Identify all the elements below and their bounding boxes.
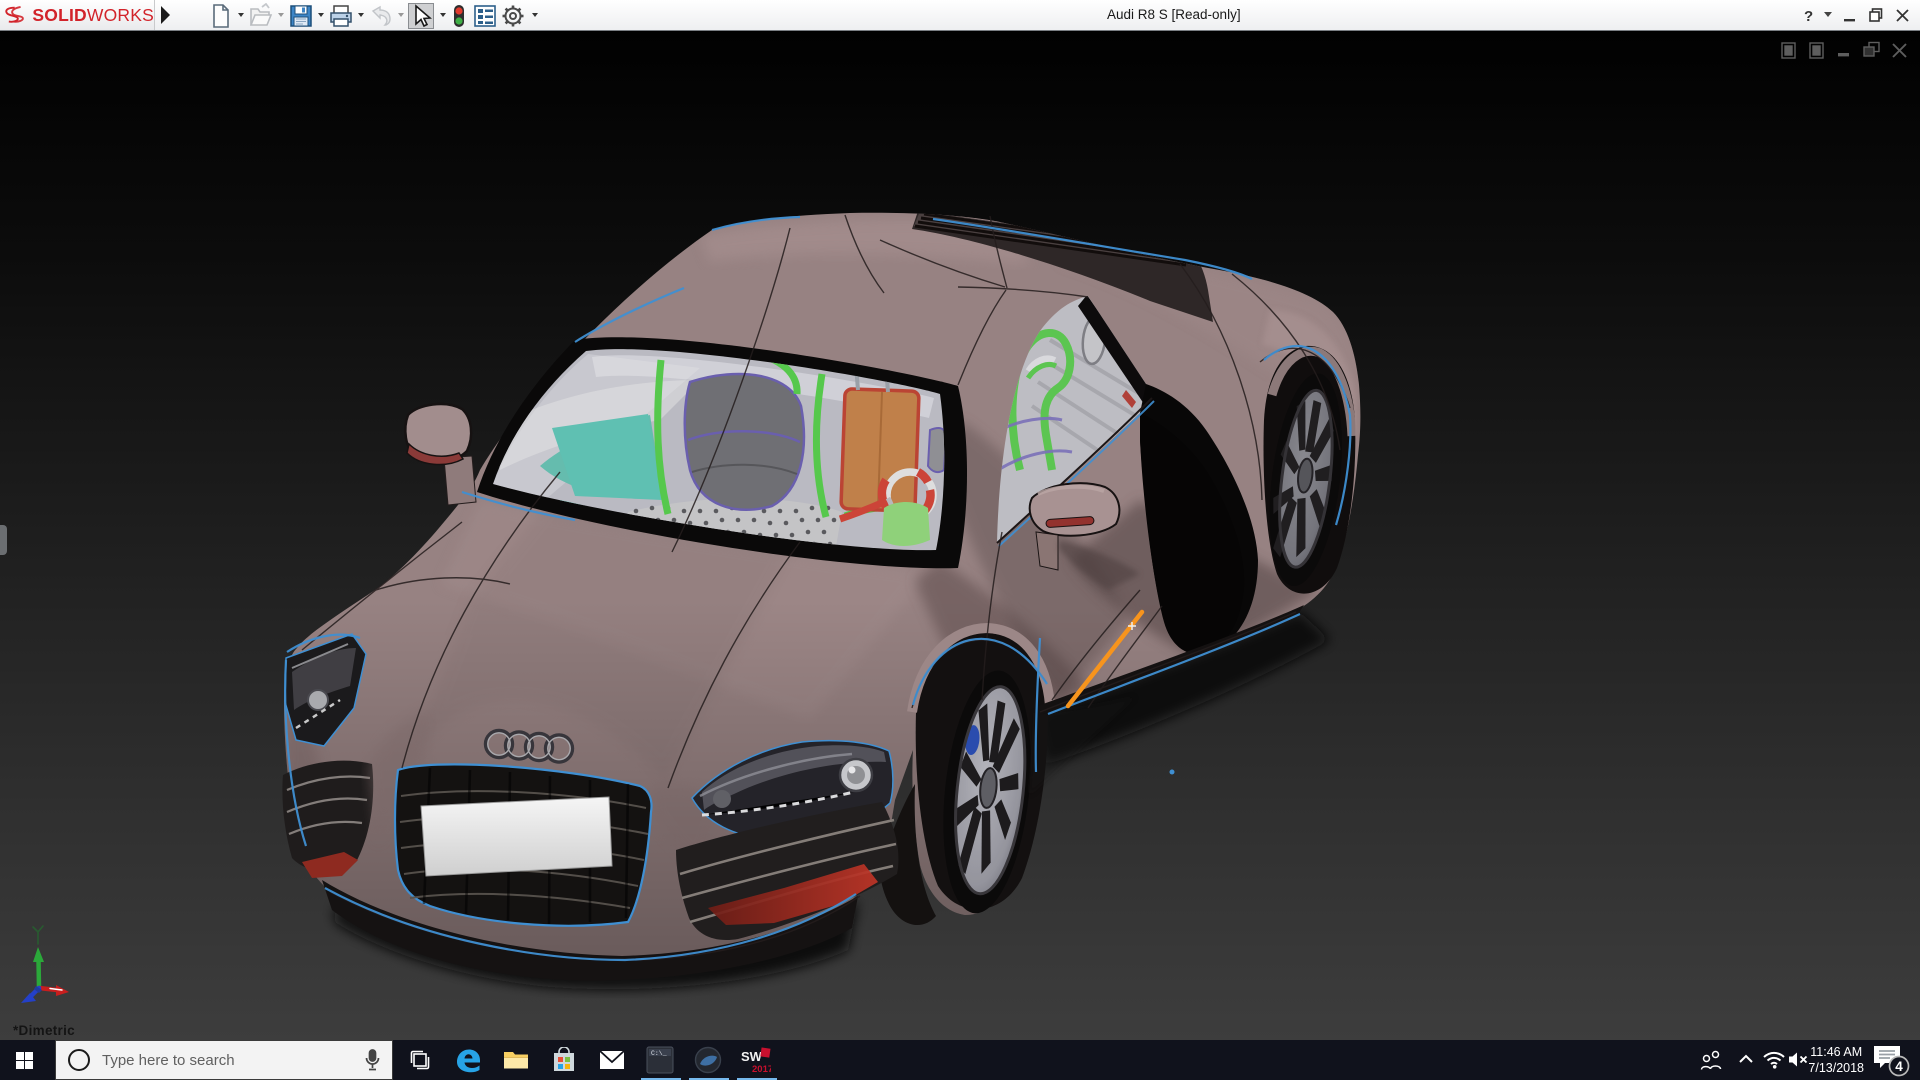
svg-text:SW: SW [741, 1049, 763, 1064]
svg-text:?: ? [1804, 8, 1813, 24]
svg-text:2017: 2017 [752, 1064, 771, 1074]
svg-text:4: 4 [1895, 1059, 1903, 1074]
svg-text:C:\_: C:\_ [651, 1050, 667, 1057]
